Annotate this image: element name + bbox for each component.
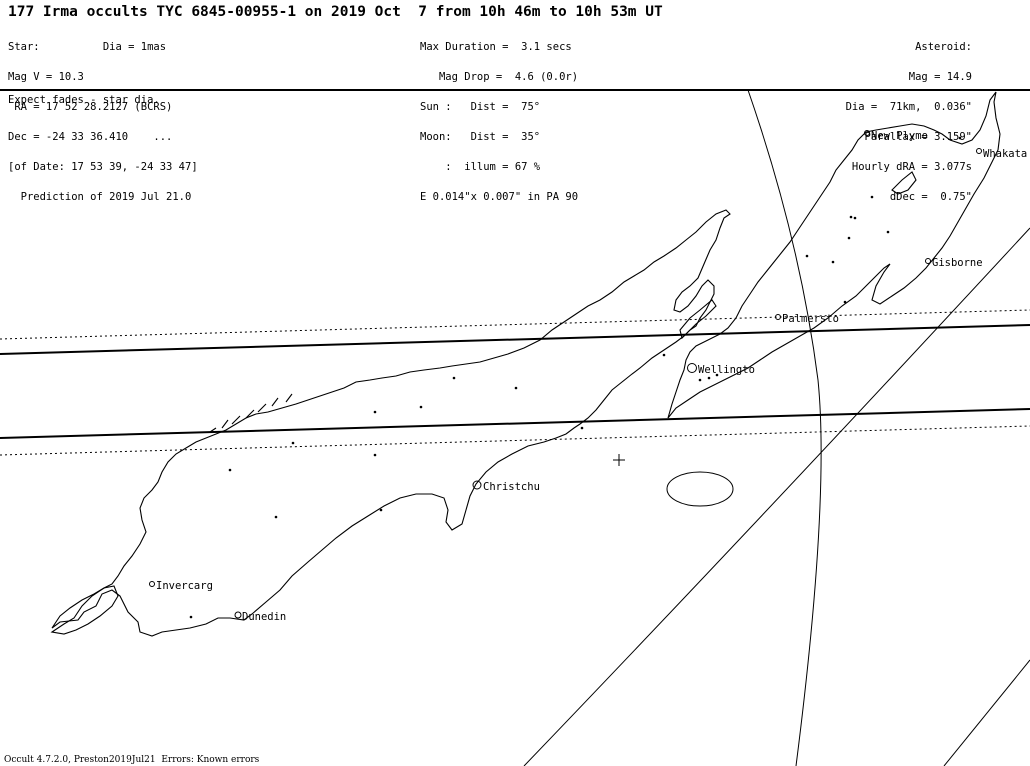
city-label: Whakata [983, 148, 1027, 160]
path-north-error [0, 309, 1030, 340]
error-ellipse [666, 471, 734, 507]
city-christchurch: Christchu [472, 480, 540, 493]
city-label: Gisborne [932, 257, 983, 269]
city-label: Wellingto [698, 364, 755, 376]
occultation-path [0, 309, 1030, 456]
city-markers: New Plymo Whakata Gisborne Palmersto Wel… [149, 130, 1027, 623]
city-new-plymouth: New Plymo [864, 130, 928, 142]
site-dots [189, 136, 962, 619]
city-whakatane: Whakata [976, 148, 1027, 160]
center-cross-icon [613, 454, 625, 466]
occultation-map: New Plymo Whakata Gisborne Palmersto Wel… [0, 89, 1030, 766]
south-island-coast [51, 209, 731, 637]
city-wellington: Wellingto [687, 363, 755, 376]
city-label: New Plymo [871, 130, 928, 142]
city-label: Dunedin [242, 611, 286, 623]
city-label: Invercarg [156, 580, 213, 592]
visibility-limits [523, 89, 1030, 766]
city-label: Christchu [483, 481, 540, 493]
path-south-limit [0, 408, 1030, 439]
west-coast-inlets [209, 393, 293, 433]
sunrise-limit-curve [747, 89, 822, 766]
corner-limit-line [943, 659, 1030, 766]
path-north-limit [0, 324, 1030, 355]
lake-taupo [891, 171, 917, 195]
coastlines [50, 91, 1001, 637]
altitude-limit-curve [523, 227, 1030, 766]
city-dunedin: Dunedin [234, 611, 286, 623]
city-invercargill: Invercarg [149, 580, 213, 592]
city-gisborne: Gisborne [925, 257, 983, 269]
city-palmerston: Palmersto [775, 313, 839, 325]
software-footer: Occult 4.7.2.0, Preston2019Jul21 Errors:… [4, 755, 260, 765]
city-label: Palmersto [782, 313, 839, 325]
stewart-island-coast [50, 585, 119, 635]
path-south-error [0, 425, 1030, 456]
